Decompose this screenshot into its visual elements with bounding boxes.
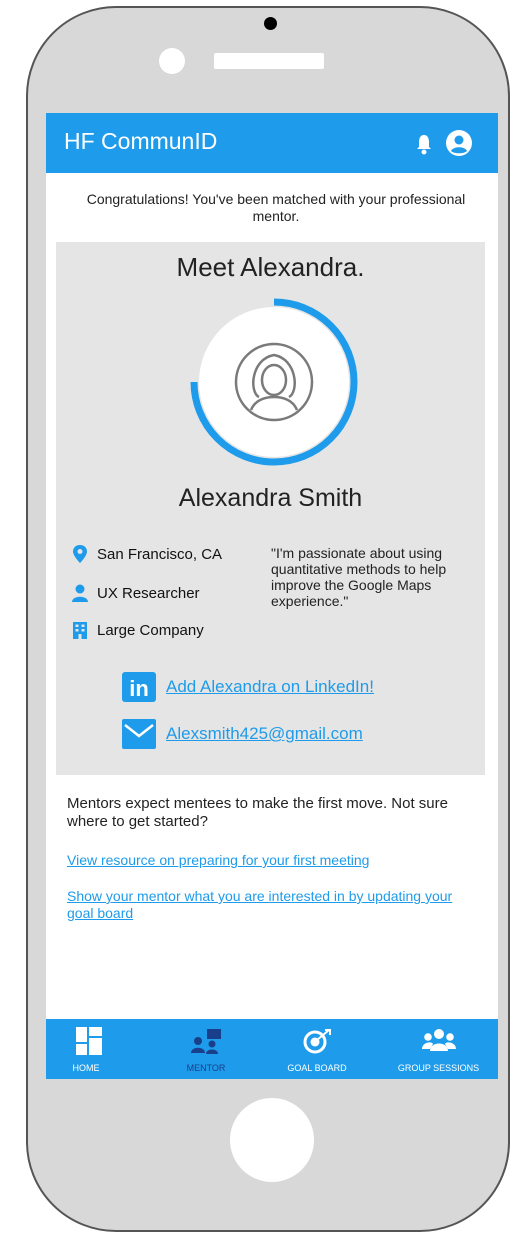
svg-text:in: in xyxy=(129,676,149,701)
tab-mentor-label: MENTOR xyxy=(186,1063,226,1073)
congrats-message: Congratulations! You've been matched wit… xyxy=(86,191,466,224)
home-grid-icon xyxy=(76,1027,102,1055)
mentor-name: Alexandra Smith xyxy=(178,484,363,512)
location-pin-icon xyxy=(73,545,87,563)
resource-link[interactable]: View resource on preparing for your firs… xyxy=(67,852,477,869)
building-icon xyxy=(73,622,87,639)
company-text: Large Company xyxy=(97,622,204,639)
person-icon xyxy=(72,584,88,602)
mentor-card: Meet Alexandra. Alexandra Smith San Fran… xyxy=(56,242,485,775)
tab-goal-board[interactable]: GOAL BOARD xyxy=(272,1019,362,1079)
tab-goal-board-label: GOAL BOARD xyxy=(287,1063,347,1073)
female-avatar-icon xyxy=(190,298,358,466)
tab-mentor[interactable]: MENTOR xyxy=(166,1019,246,1079)
role-text: UX Researcher xyxy=(97,585,200,602)
bottom-tab-bar: HOME MENTOR GOAL BOARD GROUP SESSIONS xyxy=(46,1019,498,1079)
user-circle-icon[interactable] xyxy=(446,130,472,156)
meet-heading: Meet Alexandra. xyxy=(176,252,365,282)
location-text: San Francisco, CA xyxy=(97,546,223,563)
home-button[interactable] xyxy=(230,1098,314,1182)
target-icon xyxy=(303,1029,331,1054)
tab-group-sessions-label: GROUP SESSIONS xyxy=(397,1063,480,1073)
goal-board-link[interactable]: Show your mentor what you are interested… xyxy=(67,888,477,922)
mentor-quote: "I'm passionate about using quantitative… xyxy=(271,545,447,609)
bell-icon[interactable] xyxy=(416,133,432,155)
app-screen: HF CommunID Congratulations! You've been… xyxy=(46,113,498,1079)
tab-home-label: HOME xyxy=(72,1063,100,1073)
front-sensor xyxy=(159,48,185,74)
app-header: HF CommunID xyxy=(46,113,498,173)
tab-home[interactable]: HOME xyxy=(56,1019,116,1079)
linkedin-icon[interactable]: in xyxy=(122,672,156,702)
email-link[interactable]: Alexsmith425@gmail.com xyxy=(166,724,363,744)
tab-group-sessions[interactable]: GROUP SESSIONS xyxy=(386,1019,491,1079)
speaker-grille xyxy=(214,53,324,69)
envelope-icon[interactable] xyxy=(122,719,156,749)
group-icon xyxy=(422,1029,456,1051)
linkedin-link[interactable]: Add Alexandra on LinkedIn! xyxy=(166,677,374,697)
camera-icon xyxy=(264,17,277,30)
mentor-icon xyxy=(191,1029,221,1054)
mentor-guidance-text: Mentors expect mentees to make the first… xyxy=(67,795,448,830)
app-title: HF CommunID xyxy=(64,128,218,154)
